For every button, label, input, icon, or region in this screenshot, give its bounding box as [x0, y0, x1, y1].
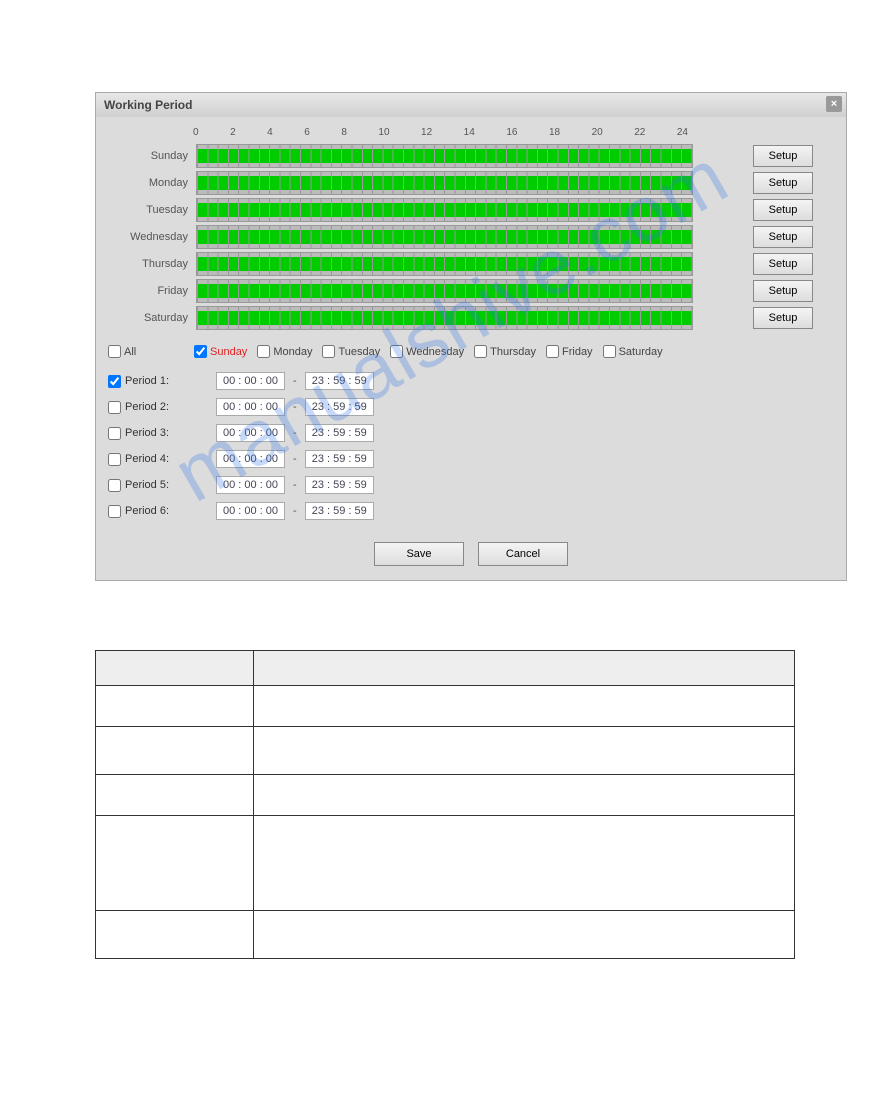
day-row: Saturday Setup	[108, 304, 834, 331]
day-checkbox[interactable]: Friday	[546, 345, 593, 358]
day-label: Tuesday	[108, 204, 196, 216]
day-row: Sunday Setup	[108, 142, 834, 169]
working-period-dialog: Working Period × 024681012141618202224 S…	[95, 92, 847, 581]
period-rows: Period 1:00 : 00 : 00-23 : 59 : 59Period…	[108, 368, 834, 524]
close-icon[interactable]: ×	[826, 96, 842, 112]
time-from[interactable]: 00 : 00 : 00	[216, 476, 285, 494]
period-checkbox[interactable]: Period 4:	[108, 453, 208, 466]
day-checkbox[interactable]: Monday	[257, 345, 312, 358]
day-label: Thursday	[108, 258, 196, 270]
setup-button[interactable]: Setup	[753, 253, 813, 275]
setup-button[interactable]: Setup	[753, 172, 813, 194]
day-row: Thursday Setup	[108, 250, 834, 277]
day-row: Tuesday Setup	[108, 196, 834, 223]
time-to[interactable]: 23 : 59 : 59	[305, 372, 374, 390]
time-to[interactable]: 23 : 59 : 59	[305, 398, 374, 416]
day-checkbox[interactable]: Saturday	[603, 345, 663, 358]
day-label: Sunday	[108, 150, 196, 162]
day-checkbox[interactable]: Wednesday	[390, 345, 464, 358]
setup-button[interactable]: Setup	[753, 226, 813, 248]
setup-button[interactable]: Setup	[753, 199, 813, 221]
period-row: Period 2:00 : 00 : 00-23 : 59 : 59	[108, 394, 834, 420]
day-row: Wednesday Setup	[108, 223, 834, 250]
day-check-list: Sunday Monday Tuesday Wednesday Thursday Frid…	[194, 345, 663, 358]
day-label: Friday	[108, 285, 196, 297]
day-checkbox[interactable]: Tuesday	[322, 345, 380, 358]
save-button[interactable]: Save	[374, 542, 464, 566]
cancel-button[interactable]: Cancel	[478, 542, 568, 566]
period-checkbox[interactable]: Period 3:	[108, 427, 208, 440]
timeline-bar[interactable]	[196, 198, 693, 222]
timeline-bar[interactable]	[196, 279, 693, 303]
time-from[interactable]: 00 : 00 : 00	[216, 450, 285, 468]
timeline-bar[interactable]	[196, 252, 693, 276]
timeline-bar[interactable]	[196, 225, 693, 249]
time-to[interactable]: 23 : 59 : 59	[305, 502, 374, 520]
period-row: Period 1:00 : 00 : 00-23 : 59 : 59	[108, 368, 834, 394]
all-checkbox[interactable]: All	[108, 345, 188, 358]
time-from[interactable]: 00 : 00 : 00	[216, 398, 285, 416]
day-label: Wednesday	[108, 231, 196, 243]
day-checkbox[interactable]: Thursday	[474, 345, 536, 358]
setup-button[interactable]: Setup	[753, 307, 813, 329]
period-checkbox[interactable]: Period 6:	[108, 505, 208, 518]
period-row: Period 4:00 : 00 : 00-23 : 59 : 59	[108, 446, 834, 472]
day-checkbox[interactable]: Sunday	[194, 345, 247, 358]
setup-button[interactable]: Setup	[753, 280, 813, 302]
period-row: Period 5:00 : 00 : 00-23 : 59 : 59	[108, 472, 834, 498]
day-checkboxes: All Sunday Monday Tuesday Wednesday Thursday…	[108, 345, 834, 358]
day-rows: SundaySetupMondaySetupTuesdaySetupWednes…	[108, 142, 834, 331]
timeline-bar[interactable]	[196, 171, 693, 195]
day-label: Monday	[108, 177, 196, 189]
day-label: Saturday	[108, 312, 196, 324]
titlebar: Working Period ×	[96, 93, 846, 117]
period-checkbox[interactable]: Period 2:	[108, 401, 208, 414]
time-to[interactable]: 23 : 59 : 59	[305, 450, 374, 468]
day-row: Friday Setup	[108, 277, 834, 304]
description-table	[95, 650, 795, 959]
timeline-bar[interactable]	[196, 306, 693, 330]
period-checkbox[interactable]: Period 1:	[108, 375, 208, 388]
hour-scale: 024681012141618202224	[193, 127, 688, 142]
time-from[interactable]: 00 : 00 : 00	[216, 372, 285, 390]
period-row: Period 3:00 : 00 : 00-23 : 59 : 59	[108, 420, 834, 446]
period-checkbox[interactable]: Period 5:	[108, 479, 208, 492]
setup-button[interactable]: Setup	[753, 145, 813, 167]
time-to[interactable]: 23 : 59 : 59	[305, 476, 374, 494]
dialog-title: Working Period	[104, 98, 192, 112]
time-to[interactable]: 23 : 59 : 59	[305, 424, 374, 442]
day-row: Monday Setup	[108, 169, 834, 196]
timeline-bar[interactable]	[196, 144, 693, 168]
time-from[interactable]: 00 : 00 : 00	[216, 424, 285, 442]
period-row: Period 6:00 : 00 : 00-23 : 59 : 59	[108, 498, 834, 524]
time-from[interactable]: 00 : 00 : 00	[216, 502, 285, 520]
